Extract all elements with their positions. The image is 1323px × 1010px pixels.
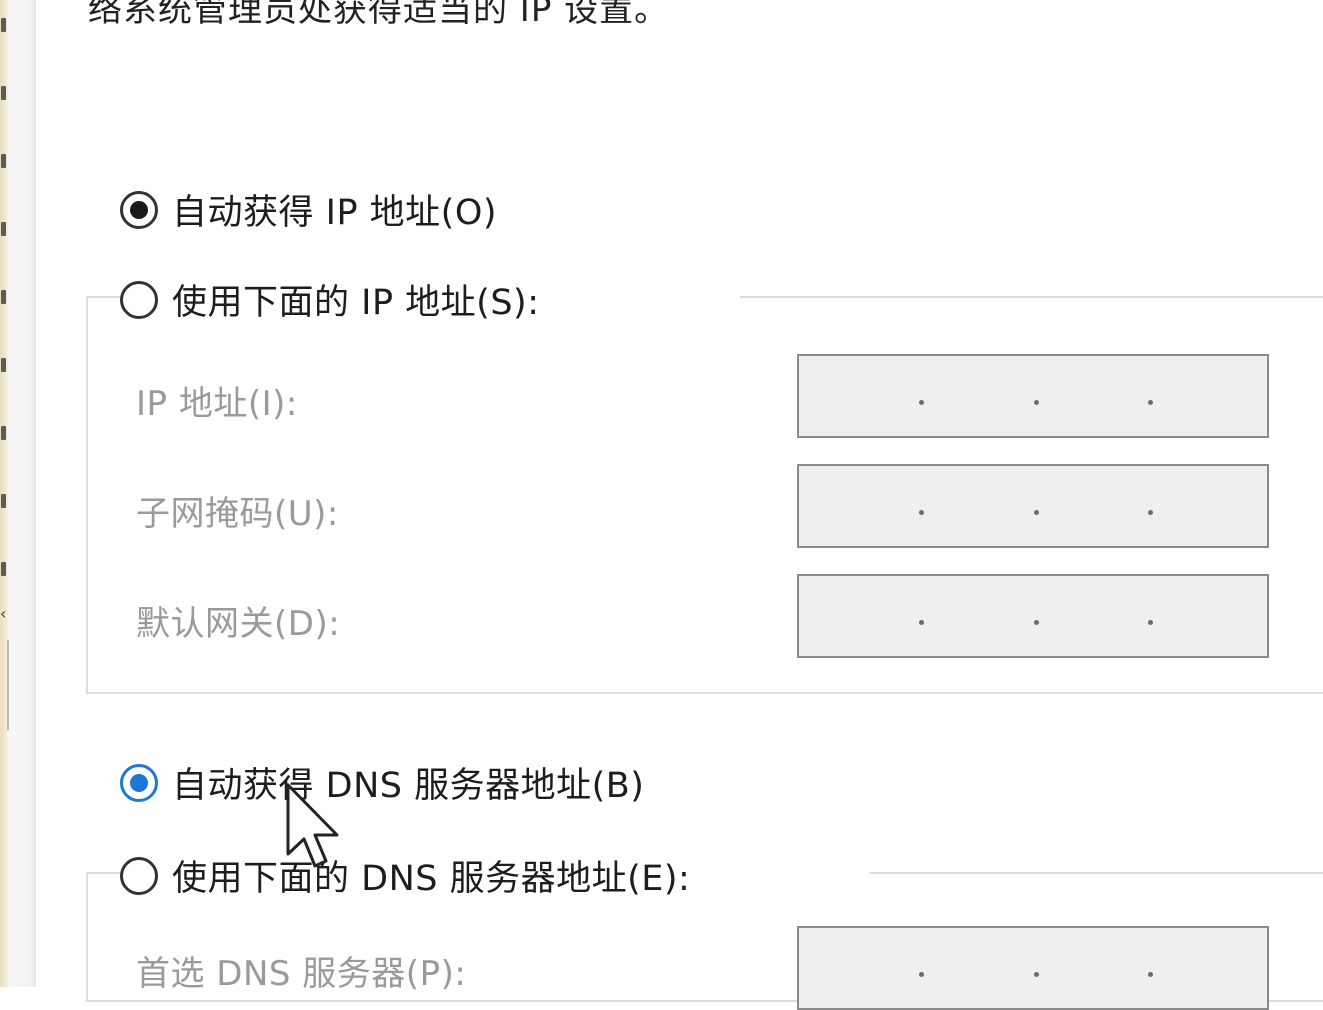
auto-dns-option[interactable]: 自动获得 DNS 服务器地址(B) bbox=[120, 757, 655, 808]
ip-separator bbox=[1148, 972, 1153, 977]
edge-notch bbox=[1, 222, 6, 236]
edge-notch bbox=[1, 494, 6, 508]
ip-separator bbox=[1034, 400, 1039, 405]
edge-notch bbox=[1, 86, 6, 100]
ip-separator bbox=[1148, 510, 1153, 515]
ip-separator bbox=[1148, 400, 1153, 405]
edge-scrollbar[interactable] bbox=[7, 640, 9, 730]
ip-separator bbox=[919, 400, 924, 405]
manual-ip-radio[interactable] bbox=[120, 280, 158, 319]
manual-dns-radio[interactable] bbox=[120, 856, 158, 895]
ip-separator bbox=[919, 510, 924, 515]
window-left-edge: ‹ bbox=[0, 0, 36, 987]
ip-separator bbox=[1034, 972, 1039, 977]
subnet-mask-input[interactable] bbox=[797, 464, 1269, 548]
preferred-dns-input[interactable] bbox=[797, 926, 1269, 1010]
default-gateway-input[interactable] bbox=[797, 574, 1269, 658]
manual-dns-label: 使用下面的 DNS 服务器地址(E): bbox=[172, 859, 691, 899]
manual-dns-option[interactable]: 使用下面的 DNS 服务器地址(E): bbox=[120, 850, 871, 901]
edge-notch bbox=[1, 18, 6, 32]
ip-separator bbox=[1034, 510, 1039, 515]
ip-address-label: IP 地址(I): bbox=[136, 384, 298, 424]
edge-notch bbox=[1, 358, 6, 372]
auto-ip-option[interactable]: 自动获得 IP 地址(O) bbox=[120, 184, 508, 235]
auto-ip-label: 自动获得 IP 地址(O) bbox=[172, 193, 498, 233]
ip-separator bbox=[1034, 620, 1039, 625]
default-gateway-label: 默认网关(D): bbox=[136, 604, 341, 644]
ip-separator bbox=[919, 972, 924, 977]
ip-address-input[interactable] bbox=[797, 354, 1269, 438]
ip-separator bbox=[1148, 620, 1153, 625]
edge-notch bbox=[1, 154, 6, 168]
instruction-text: 络系统管理员处获得适当的 IP 设置。 bbox=[88, 0, 670, 30]
subnet-mask-label: 子网掩码(U): bbox=[136, 494, 339, 534]
edge-notch bbox=[1, 290, 6, 304]
edge-notch bbox=[1, 562, 6, 576]
chevron-left-icon: ‹ bbox=[0, 604, 7, 623]
preferred-dns-label: 首选 DNS 服务器(P): bbox=[136, 954, 467, 994]
manual-ip-label: 使用下面的 IP 地址(S): bbox=[172, 283, 540, 323]
edge-notch bbox=[1, 426, 6, 440]
manual-ip-option[interactable]: 使用下面的 IP 地址(S): bbox=[120, 274, 740, 325]
auto-dns-label: 自动获得 DNS 服务器地址(B) bbox=[172, 766, 645, 806]
auto-dns-radio[interactable] bbox=[120, 763, 158, 802]
mouse-pointer-icon bbox=[286, 783, 339, 868]
ip-separator bbox=[919, 620, 924, 625]
auto-ip-radio[interactable] bbox=[120, 190, 158, 229]
